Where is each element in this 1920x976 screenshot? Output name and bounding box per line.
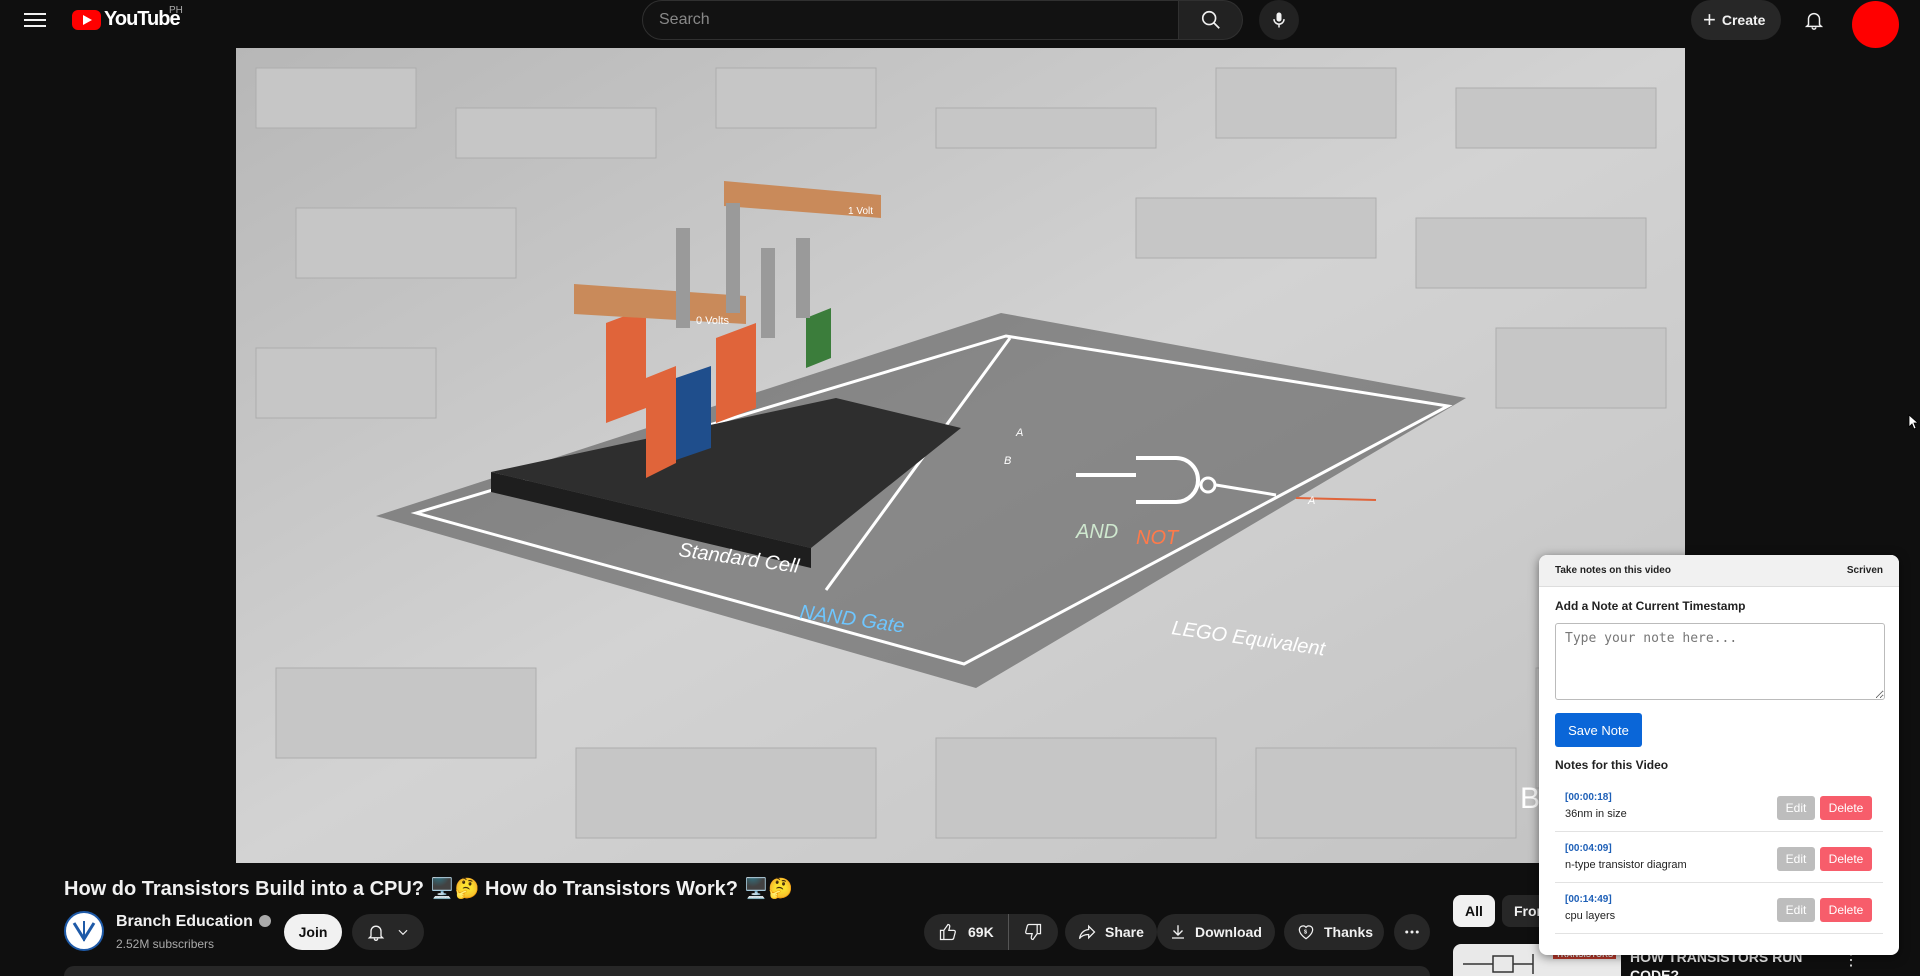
thanks-heart-icon: $ [1298, 925, 1314, 940]
video-frame: 1 Volt 0 Volts A B A Standard Cell NAND … [236, 48, 1685, 863]
edit-note-button[interactable]: Edit [1777, 796, 1815, 820]
dislike-button[interactable] [1009, 914, 1057, 950]
create-button[interactable]: + Create [1691, 0, 1782, 40]
search-icon [1201, 10, 1220, 29]
voice-search-button[interactable] [1259, 0, 1299, 40]
chevron-down-icon [398, 929, 408, 936]
account-avatar[interactable] [1852, 1, 1899, 48]
menu-icon[interactable] [24, 9, 46, 31]
subscriber-count: 2.52M subscribers [116, 937, 215, 951]
frame-label-a-out: A [1307, 495, 1315, 507]
svg-text:$: $ [1304, 930, 1308, 936]
like-count: 69K [968, 924, 994, 940]
frame-label-one-volt: 1 Volt [848, 206, 873, 217]
delete-note-button[interactable]: Delete [1820, 796, 1872, 820]
search-bar [642, 0, 1299, 40]
add-note-label: Add a Note at Current Timestamp [1555, 599, 1746, 613]
save-note-button[interactable]: Save Note [1555, 713, 1642, 747]
more-horizontal-icon [1405, 930, 1419, 934]
notes-panel: Take notes on this video Scriven Add a N… [1539, 555, 1899, 955]
frame-label-b-in: B [1004, 455, 1011, 467]
channel-name[interactable]: Branch Education [116, 913, 271, 931]
like-dislike-group: 69K [924, 914, 1058, 950]
join-button[interactable]: Join [284, 914, 342, 950]
chip-all[interactable]: All [1453, 895, 1495, 927]
video-player[interactable]: 1 Volt 0 Volts A B A Standard Cell NAND … [236, 48, 1685, 863]
edit-note-button[interactable]: Edit [1777, 898, 1815, 922]
channel-avatar[interactable] [64, 911, 104, 951]
delete-note-button[interactable]: Delete [1820, 847, 1872, 871]
frame-label-and: AND [1075, 521, 1118, 543]
description-box[interactable] [64, 966, 1430, 976]
thumbs-down-icon [1024, 923, 1041, 941]
download-button[interactable]: Download [1157, 914, 1275, 950]
bell-icon [367, 925, 385, 941]
channel-name-text: Branch Education [116, 913, 253, 930]
download-icon [1172, 925, 1184, 939]
notes-list-label: Notes for this Video [1555, 758, 1669, 772]
share-icon [1078, 924, 1096, 940]
search-input[interactable] [642, 0, 1179, 40]
note-item: [00:04:09] n-type transistor diagram Edi… [1555, 832, 1883, 883]
bell-icon [1804, 12, 1824, 30]
frame-label-zero-volts: 0 Volts [696, 315, 730, 327]
create-label: Create [1721, 12, 1766, 28]
notes-panel-brand[interactable]: Scriven [1847, 565, 1883, 576]
note-timestamp[interactable]: [00:14:49] [1565, 894, 1612, 905]
download-label: Download [1195, 924, 1262, 940]
region-code: PH [169, 5, 183, 16]
notifications-button[interactable] [1800, 6, 1828, 34]
subscription-bell-button[interactable] [352, 914, 424, 950]
notes-panel-title: Take notes on this video [1555, 565, 1671, 576]
more-actions-button[interactable] [1394, 914, 1430, 950]
note-item: [00:00:18] 36nm in size Edit Delete [1555, 781, 1883, 832]
share-label: Share [1105, 924, 1144, 940]
microphone-icon [1273, 12, 1285, 28]
play-logo-icon [72, 9, 101, 30]
thumbs-up-icon [939, 923, 956, 941]
plus-icon: + [1703, 7, 1716, 32]
note-timestamp[interactable]: [00:04:09] [1565, 843, 1612, 854]
note-textarea[interactable] [1555, 623, 1885, 700]
like-button[interactable]: 69K [924, 914, 1009, 950]
note-timestamp[interactable]: [00:00:18] [1565, 792, 1612, 803]
share-button[interactable]: Share [1065, 914, 1157, 950]
delete-note-button[interactable]: Delete [1820, 898, 1872, 922]
mouse-cursor-icon [1908, 414, 1918, 430]
frame-label-a-in: A [1015, 427, 1023, 439]
edit-note-button[interactable]: Edit [1777, 847, 1815, 871]
youtube-logo[interactable]: YouTube [72, 8, 181, 31]
frame-label-not: NOT [1136, 527, 1180, 549]
note-text: cpu layers [1565, 910, 1616, 922]
search-button[interactable] [1179, 0, 1243, 40]
masthead: YouTube PH + Create [0, 0, 1920, 48]
verified-icon [258, 914, 271, 927]
note-text: n-type transistor diagram [1565, 859, 1687, 871]
thanks-button[interactable]: $ Thanks [1284, 914, 1384, 950]
notes-panel-header[interactable]: Take notes on this video Scriven [1539, 555, 1899, 587]
thanks-label: Thanks [1324, 924, 1374, 940]
note-item: [00:14:49] cpu layers Edit Delete [1555, 883, 1883, 934]
note-text: 36nm in size [1565, 808, 1627, 820]
video-title: How do Transistors Build into a CPU? 🖥️🤔… [64, 878, 794, 900]
channel-logo-icon [72, 921, 96, 942]
